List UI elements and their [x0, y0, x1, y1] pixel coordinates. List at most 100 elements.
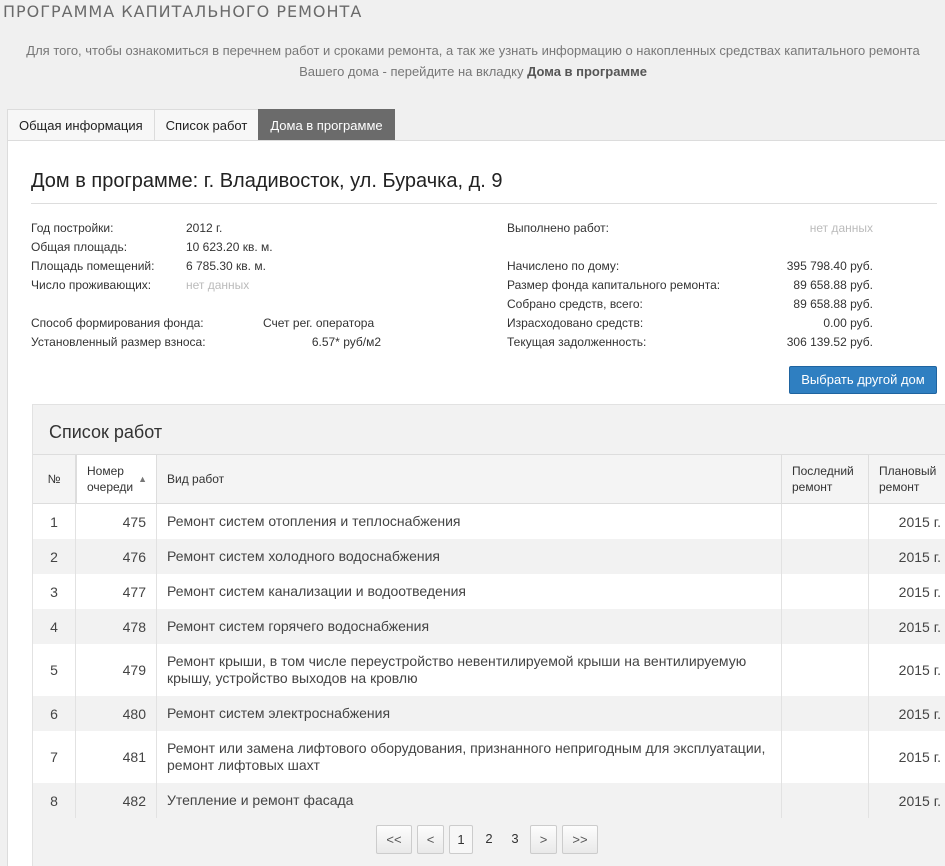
first-page-button[interactable]: << [376, 825, 412, 854]
debt-value: 306 139.52 руб. [786, 335, 873, 349]
row-number: 3 [33, 574, 76, 609]
last-page-button[interactable]: >> [562, 825, 598, 854]
row-planned-repair: 2015 г. [898, 705, 941, 722]
row-work: Ремонт систем электроснабжения [157, 696, 782, 731]
row-queue: 480 [76, 696, 157, 731]
next-page-button[interactable]: > [530, 825, 557, 854]
area-value: 10 623.20 кв. м. [186, 240, 273, 254]
row-queue: 479 [76, 644, 157, 696]
row-last-repair [782, 504, 869, 539]
collected-label: Собрано средств, всего: [507, 297, 643, 311]
works-title: Список работ [49, 422, 163, 442]
page-2-button[interactable]: 2 [478, 825, 500, 854]
fund-method-value: Счет рег. оператора [263, 316, 375, 330]
year-label: Год постройки: [31, 221, 114, 235]
column-header-planned-repair[interactable]: Плановый ремонт [869, 455, 945, 503]
house-info-right: Выполнено работ: нет данных Начислено по… [507, 219, 873, 359]
tab-general-info[interactable]: Общая информация [7, 109, 154, 141]
row-queue: 477 [76, 574, 157, 609]
row-queue: 476 [76, 539, 157, 574]
intro-text: Для того, чтобы ознакомиться в перечнем … [26, 43, 920, 79]
row-queue: 475 [76, 504, 157, 539]
residents-value: нет данных [186, 278, 250, 292]
fund-method-label: Способ формирования фонда: [31, 316, 204, 330]
fee-value: 6.57* руб/м2 [311, 335, 381, 349]
tab-houses-in-program[interactable]: Дома в программе [258, 109, 395, 141]
row-last-repair [782, 539, 869, 574]
row-number: 5 [33, 644, 76, 696]
row-queue: 478 [76, 609, 157, 644]
residents-label: Число проживающих: [31, 278, 152, 292]
column-header-queue[interactable]: Номер очереди ▲ [76, 455, 157, 503]
divider [31, 203, 937, 204]
works-section: Список работ № Номер очереди ▲ Вид работ … [32, 404, 945, 866]
row-last-repair [782, 609, 869, 644]
row-last-repair [782, 696, 869, 731]
done-value: нет данных [809, 221, 873, 235]
row-planned-repair: 2015 г. [898, 583, 941, 600]
row-last-repair [782, 644, 869, 696]
house-panel: Дом в программе: г. Владивосток, ул. Бур… [7, 140, 945, 866]
row-number: 8 [33, 783, 76, 818]
table-row: 2 476 Ремонт систем холодного водоснабже… [33, 539, 945, 574]
row-last-repair [782, 731, 869, 783]
charged-label: Начислено по дому: [507, 259, 620, 273]
row-work: Ремонт систем холодного водоснабжения [157, 539, 782, 574]
table-row: 6 480 Ремонт систем электроснабжения 201… [33, 696, 945, 731]
sort-ascending-icon: ▲ [138, 474, 148, 484]
intro-tab-link-text: Дома в программе [527, 64, 647, 79]
fund-size-value: 89 658.88 руб. [793, 278, 873, 292]
done-label: Выполнено работ: [507, 221, 609, 235]
page-1-button[interactable]: 1 [449, 825, 473, 854]
collected-value: 89 658.88 руб. [793, 297, 873, 311]
table-header: № Номер очереди ▲ Вид работ Последний ремо… [33, 454, 945, 504]
rooms-area-label: Площадь помещений: [31, 259, 155, 273]
row-queue: 481 [76, 731, 157, 783]
row-planned-repair: 2015 г. [898, 749, 941, 765]
row-work: Ремонт систем отопления и теплоснабжения [157, 504, 782, 539]
house-info-left: Год постройки: 2012 г. Общая площадь: 10… [31, 219, 391, 359]
row-work: Утепление и ремонт фасада [157, 783, 782, 818]
page-3-button[interactable]: 3 [504, 825, 526, 854]
prev-page-button[interactable]: < [417, 825, 444, 854]
house-title: Дом в программе: г. Владивосток, ул. Бур… [31, 170, 503, 192]
charged-value: 395 798.40 руб. [786, 259, 873, 273]
choose-other-house-button[interactable]: Выбрать другой дом [789, 366, 937, 394]
column-header-number[interactable]: № [33, 455, 76, 503]
row-number: 1 [33, 504, 76, 539]
tab-bar: Общая информация Список работ Дома в про… [7, 109, 395, 141]
fee-label: Установленный размер взноса: [31, 335, 206, 349]
row-work: Ремонт систем канализации и водоотведени… [157, 574, 782, 609]
row-queue: 482 [76, 783, 157, 818]
fund-size-label: Размер фонда капитального ремонта: [507, 278, 721, 292]
table-row: 3 477 Ремонт систем канализации и водоот… [33, 574, 945, 609]
row-number: 7 [33, 731, 76, 783]
debt-label: Текущая задолженность: [507, 335, 647, 349]
row-planned-repair: 2015 г. [898, 792, 941, 809]
row-planned-repair: 2015 г. [898, 548, 941, 565]
row-work: Ремонт систем горячего водоснабжения [157, 609, 782, 644]
row-number: 2 [33, 539, 76, 574]
year-value: 2012 г. [186, 221, 223, 235]
row-planned-repair: 2015 г. [898, 618, 941, 635]
spent-label: Израсходовано средств: [507, 316, 644, 330]
row-last-repair [782, 783, 869, 818]
table-row: 7 481 Ремонт или замена лифтового оборуд… [33, 731, 945, 783]
column-header-last-repair[interactable]: Последний ремонт [782, 455, 869, 503]
area-label: Общая площадь: [31, 240, 128, 254]
page-title: ПРОГРАММА КАПИТАЛЬНОГО РЕМОНТА [3, 2, 363, 21]
row-planned-repair: 2015 г. [898, 513, 941, 530]
row-work: Ремонт крыши, в том числе переустройство… [157, 644, 782, 696]
table-row: 5 479 Ремонт крыши, в том числе переустр… [33, 644, 945, 696]
rooms-area-value: 6 785.30 кв. м. [186, 259, 266, 273]
column-header-work[interactable]: Вид работ [157, 455, 782, 503]
row-planned-repair: 2015 г. [898, 662, 941, 678]
table-row: 1 475 Ремонт систем отопления и теплосна… [33, 504, 945, 539]
row-number: 4 [33, 609, 76, 644]
row-last-repair [782, 574, 869, 609]
spent-value: 0.00 руб. [823, 316, 873, 330]
pagination: << < 1 2 3 > >> [376, 825, 603, 854]
tab-works-list[interactable]: Список работ [153, 109, 259, 141]
table-row: 4 478 Ремонт систем горячего водоснабжен… [33, 609, 945, 644]
table-row: 8 482 Утепление и ремонт фасада 2015 г. [33, 783, 945, 818]
